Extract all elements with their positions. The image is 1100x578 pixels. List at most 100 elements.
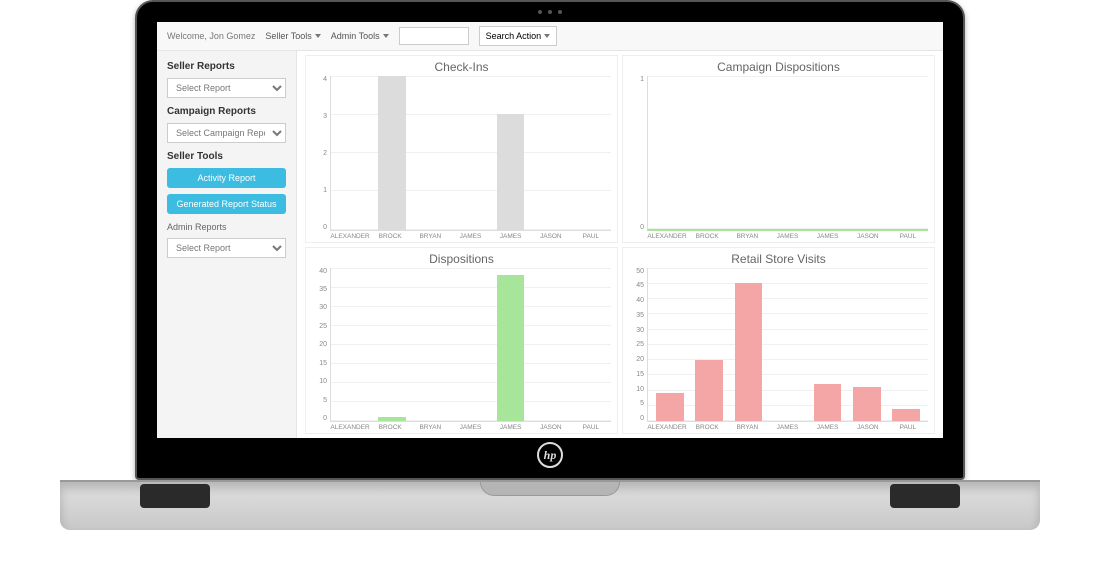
bar-col bbox=[333, 76, 372, 230]
chevron-down-icon bbox=[383, 34, 389, 38]
bar-col bbox=[333, 268, 372, 422]
bar-col bbox=[689, 76, 728, 229]
chevron-down-icon bbox=[315, 34, 321, 38]
admin-reports-select[interactable]: Select Report bbox=[167, 238, 286, 258]
y-tick: 0 bbox=[312, 224, 327, 231]
activity-report-button[interactable]: Activity Report bbox=[167, 168, 286, 188]
y-tick: 15 bbox=[312, 360, 327, 367]
seller-reports-select[interactable]: Select Report bbox=[167, 78, 286, 98]
x-tick: JASON bbox=[531, 422, 571, 431]
plot-area bbox=[647, 268, 928, 423]
x-tick: ALEXANDER bbox=[330, 231, 370, 240]
chart-title: Retail Store Visits bbox=[629, 252, 928, 266]
y-tick: 5 bbox=[629, 400, 644, 407]
bar-col bbox=[768, 76, 807, 229]
bar bbox=[497, 275, 525, 421]
y-axis: 10 bbox=[629, 76, 647, 231]
y-tick: 25 bbox=[629, 341, 644, 348]
hinge-notch bbox=[480, 482, 620, 496]
y-tick: 40 bbox=[312, 268, 327, 275]
y-tick: 25 bbox=[312, 323, 327, 330]
x-axis: ALEXANDERBROCKBRYANJAMESJAMESJASONPAUL bbox=[330, 231, 611, 240]
bar-col bbox=[650, 268, 689, 422]
laptop-hinge bbox=[60, 480, 1040, 530]
camera-notch bbox=[520, 8, 580, 16]
chart-panel-checkins: Check-Ins43210ALEXANDERBROCKBRYANJAMESJA… bbox=[305, 55, 618, 243]
bar bbox=[695, 360, 723, 421]
y-tick: 30 bbox=[629, 327, 644, 334]
x-tick: JAMES bbox=[808, 422, 848, 431]
x-tick: JAMES bbox=[808, 231, 848, 240]
chart-area: 50454035302520151050 bbox=[629, 268, 928, 423]
bar-col bbox=[768, 268, 807, 422]
x-tick: BRYAN bbox=[727, 231, 767, 240]
admin-tools-label: Admin Tools bbox=[331, 31, 380, 41]
bar-col bbox=[887, 268, 926, 422]
y-tick: 5 bbox=[312, 397, 327, 404]
app-screen: Welcome, Jon Gomez Seller Tools Admin To… bbox=[157, 22, 943, 438]
charts-grid: Check-Ins43210ALEXANDERBROCKBRYANJAMESJA… bbox=[297, 51, 943, 438]
bar-col bbox=[570, 268, 609, 422]
x-tick: JAMES bbox=[491, 422, 531, 431]
plot-area bbox=[647, 76, 928, 231]
y-tick: 1 bbox=[312, 187, 327, 194]
content-body: Seller Reports Select Report Campaign Re… bbox=[157, 51, 943, 438]
bar bbox=[814, 384, 842, 421]
seller-reports-heading: Seller Reports bbox=[167, 61, 286, 72]
bar-col bbox=[847, 76, 886, 229]
x-tick: PAUL bbox=[888, 231, 928, 240]
y-tick: 3 bbox=[312, 113, 327, 120]
seller-tools-menu[interactable]: Seller Tools bbox=[265, 31, 320, 41]
search-action-label: Search Action bbox=[486, 31, 542, 41]
x-axis: ALEXANDERBROCKBRYANJAMESJAMESJASONPAUL bbox=[647, 422, 928, 431]
y-tick: 20 bbox=[629, 356, 644, 363]
sidebar: Seller Reports Select Report Campaign Re… bbox=[157, 51, 297, 438]
x-tick: JASON bbox=[531, 231, 571, 240]
chevron-down-icon bbox=[544, 34, 550, 38]
x-tick: JAMES bbox=[450, 422, 490, 431]
chart-area: 43210 bbox=[312, 76, 611, 231]
x-tick: JAMES bbox=[767, 422, 807, 431]
x-tick: BRYAN bbox=[410, 422, 450, 431]
generated-report-status-button[interactable]: Generated Report Status bbox=[167, 194, 286, 214]
chart-panel-campaign_dispositions: Campaign Dispositions10ALEXANDERBROCKBRY… bbox=[622, 55, 935, 243]
bar bbox=[892, 409, 920, 421]
chart-area: 10 bbox=[629, 76, 928, 231]
x-tick: PAUL bbox=[571, 231, 611, 240]
admin-tools-menu[interactable]: Admin Tools bbox=[331, 31, 389, 41]
x-tick: JAMES bbox=[767, 231, 807, 240]
bar-col bbox=[689, 268, 728, 422]
bar bbox=[497, 114, 525, 229]
bar-col bbox=[372, 268, 411, 422]
x-axis: ALEXANDERBROCKBRYANJAMESJAMESJASONPAUL bbox=[330, 422, 611, 431]
campaign-reports-select[interactable]: Select Campaign Report bbox=[167, 123, 286, 143]
x-tick: JAMES bbox=[491, 231, 531, 240]
bar bbox=[735, 283, 763, 421]
laptop-bezel: Welcome, Jon Gomez Seller Tools Admin To… bbox=[135, 0, 965, 480]
y-tick: 20 bbox=[312, 341, 327, 348]
chart-title: Check-Ins bbox=[312, 60, 611, 74]
seller-tools-label: Seller Tools bbox=[265, 31, 311, 41]
bar-col bbox=[451, 268, 490, 422]
y-tick: 1 bbox=[629, 76, 644, 83]
plot-area bbox=[330, 76, 611, 231]
x-tick: ALEXANDER bbox=[647, 422, 687, 431]
bar bbox=[378, 417, 406, 421]
bar-col bbox=[530, 76, 569, 230]
x-tick: ALEXANDER bbox=[647, 231, 687, 240]
chart-panel-dispositions: Dispositions4035302520151050ALEXANDERBRO… bbox=[305, 247, 618, 435]
y-tick: 0 bbox=[629, 415, 644, 422]
y-axis: 43210 bbox=[312, 76, 330, 231]
y-tick: 35 bbox=[312, 286, 327, 293]
x-tick: BROCK bbox=[687, 422, 727, 431]
plot-area bbox=[330, 268, 611, 423]
bar bbox=[656, 393, 684, 421]
bar-col bbox=[847, 268, 886, 422]
search-input[interactable] bbox=[399, 27, 469, 45]
x-tick: JAMES bbox=[450, 231, 490, 240]
y-tick: 15 bbox=[629, 371, 644, 378]
bar-col bbox=[808, 268, 847, 422]
search-action-button[interactable]: Search Action bbox=[479, 26, 558, 46]
y-tick: 10 bbox=[312, 378, 327, 385]
bar-col bbox=[729, 76, 768, 229]
